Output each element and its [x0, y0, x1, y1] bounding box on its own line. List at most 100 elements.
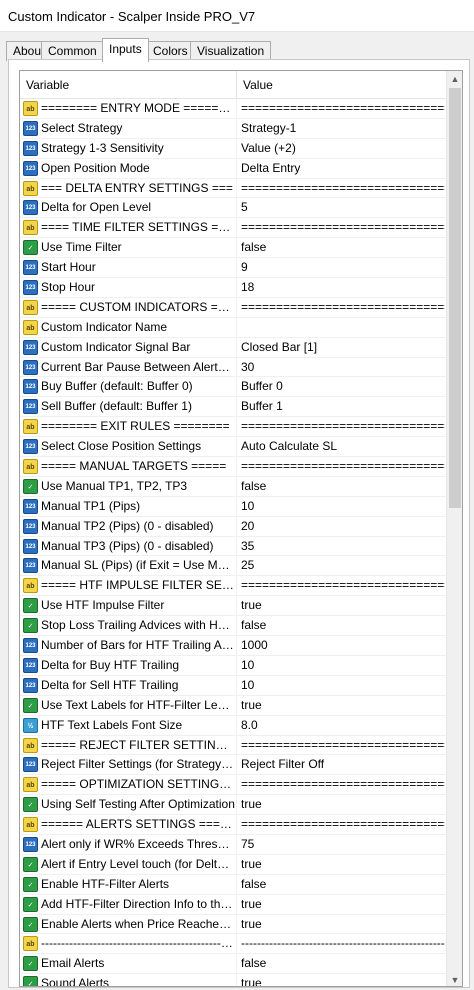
- table-row[interactable]: 123 Delta for Open Level 5: [20, 198, 447, 219]
- variable-value[interactable]: Value (+2): [241, 139, 445, 158]
- table-row[interactable]: ✓ Using Self Testing After Optimization tr…: [20, 795, 447, 816]
- variable-value[interactable]: ===============================: [241, 457, 445, 476]
- table-row[interactable]: 123 Reject Filter Settings (for Strategy …: [20, 755, 447, 776]
- variable-value[interactable]: Buffer 0: [241, 377, 445, 396]
- variable-value[interactable]: ===============================: [241, 179, 445, 198]
- variable-value[interactable]: false: [241, 477, 445, 496]
- variable-value[interactable]: 10: [241, 676, 445, 695]
- variable-value[interactable]: true: [241, 596, 445, 615]
- variable-value[interactable]: 1000: [241, 636, 445, 655]
- table-row[interactable]: ab ==== TIME FILTER SETTINGS ==== ========…: [20, 218, 447, 239]
- table-row[interactable]: ✓ Add HTF-Filter Direction Info to the Al…: [20, 894, 447, 915]
- table-row[interactable]: ✓ Use Text Labels for HTF-Filter Levels tr…: [20, 695, 447, 716]
- variable-value[interactable]: Reject Filter Off: [241, 755, 445, 774]
- table-row[interactable]: 123 Alert only if WR% Exceeds Threshold 75: [20, 834, 447, 855]
- variable-value[interactable]: 10: [241, 656, 445, 675]
- column-header-variable[interactable]: Variable: [20, 71, 236, 99]
- table-row[interactable]: ✓ Sound Alerts true: [20, 974, 447, 986]
- scrollbar-thumb[interactable]: [449, 88, 461, 508]
- table-row[interactable]: ab ======== ENTRY MODE ======== ==========…: [20, 99, 447, 119]
- variable-value[interactable]: true: [241, 795, 445, 814]
- table-row[interactable]: 123Manual SL (Pips) (if Exit = Use Manua…: [20, 556, 447, 577]
- tab-common[interactable]: Common: [41, 41, 104, 61]
- table-row[interactable]: ab ======== EXIT RULES ======== ==========…: [20, 417, 447, 438]
- table-row[interactable]: 123 Stop Hour 18: [20, 278, 447, 298]
- variable-value[interactable]: 20: [241, 517, 445, 536]
- scroll-up-arrow-icon[interactable]: ▲: [447, 71, 462, 87]
- variable-value[interactable]: ===============================: [241, 775, 445, 794]
- table-row[interactable]: 123 Delta for Sell HTF Trailing 10: [20, 675, 447, 696]
- variable-value[interactable]: false: [241, 875, 445, 894]
- variable-value[interactable]: true: [241, 895, 445, 914]
- tab-inputs[interactable]: Inputs: [102, 38, 149, 62]
- table-row[interactable]: 123 Start Hour 9: [20, 258, 447, 279]
- variable-value[interactable]: false: [241, 954, 445, 973]
- table-row[interactable]: ✓ Enable Alerts when Price Reaches Sto...…: [20, 914, 447, 935]
- variable-value[interactable]: 9: [241, 258, 445, 277]
- table-row[interactable]: 123 Strategy 1-3 Sensitivity Value (+2): [20, 138, 447, 159]
- variable-value[interactable]: ===============================: [241, 736, 445, 755]
- variable-value[interactable]: 8.0: [241, 716, 445, 735]
- variable-value[interactable]: 18: [241, 278, 445, 297]
- variable-value[interactable]: ===============================: [241, 99, 445, 118]
- table-row[interactable]: 123 Buy Buffer (default: Buffer 0) Buffer …: [20, 377, 447, 398]
- variable-value[interactable]: [241, 318, 445, 337]
- table-row[interactable]: 123 Open Position Mode Delta Entry: [20, 158, 447, 179]
- table-row[interactable]: 123 Number of Bars for HTF Trailing Advic…: [20, 636, 447, 656]
- table-row[interactable]: ab === DELTA ENTRY SETTINGS === ==========…: [20, 178, 447, 199]
- variable-value[interactable]: ===============================: [241, 815, 445, 834]
- table-row[interactable]: ✓ Alert if Entry Level touch (for Delta E…: [20, 854, 447, 875]
- column-header-value[interactable]: Value: [237, 71, 447, 99]
- table-row[interactable]: ✓ Use Manual TP1, TP2, TP3 false: [20, 476, 447, 497]
- table-row[interactable]: ab Custom Indicator Name: [20, 317, 447, 338]
- variable-value[interactable]: 5: [241, 198, 445, 217]
- table-row[interactable]: 123 Sell Buffer (default: Buffer 1) Buffer…: [20, 397, 447, 418]
- variable-value[interactable]: 10: [241, 497, 445, 516]
- table-row[interactable]: 123 Manual TP3 (Pips) (0 - disabled) 35: [20, 536, 447, 557]
- table-row[interactable]: ab --------------------------------------…: [20, 934, 447, 955]
- table-row[interactable]: 123 Select Close Position Settings Auto Ca…: [20, 437, 447, 458]
- variable-value[interactable]: 35: [241, 537, 445, 556]
- variable-value[interactable]: ----------------------------------------…: [241, 934, 445, 953]
- variable-value[interactable]: true: [241, 696, 445, 715]
- variable-value[interactable]: ===============================: [241, 417, 445, 436]
- variable-value[interactable]: Buffer 1: [241, 397, 445, 416]
- table-row[interactable]: ab ===== MANUAL TARGETS ===== ============…: [20, 457, 447, 477]
- variable-value[interactable]: Auto Calculate SL: [241, 437, 445, 456]
- table-row[interactable]: ab ===== REJECT FILTER SETTINGS ... ======…: [20, 735, 447, 756]
- table-row[interactable]: 123 Custom Indicator Signal Bar Closed Bar…: [20, 337, 447, 358]
- table-row[interactable]: 123 Manual TP1 (Pips) 10: [20, 496, 447, 517]
- tab-visualization[interactable]: Visualization: [190, 41, 272, 61]
- variable-value[interactable]: 75: [241, 835, 445, 854]
- table-row[interactable]: ✓ Enable HTF-Filter Alerts false: [20, 874, 447, 895]
- tab-colors[interactable]: Colors: [146, 41, 195, 61]
- variable-value[interactable]: true: [241, 915, 445, 934]
- table-row[interactable]: ab ====== ALERTS SETTINGS ====== =========…: [20, 815, 447, 835]
- variable-value[interactable]: true: [241, 974, 445, 986]
- table-row[interactable]: 123 Delta for Buy HTF Trailing 10: [20, 655, 447, 676]
- table-row[interactable]: 123 Manual TP2 (Pips) (0 - disabled) 20: [20, 516, 447, 537]
- variable-value[interactable]: 30: [241, 358, 445, 377]
- variable-value[interactable]: Closed Bar [1]: [241, 338, 445, 357]
- scroll-down-arrow-icon[interactable]: ▼: [447, 972, 462, 986]
- table-row[interactable]: ✓Stop Loss Trailing Advices with HTF-Fil…: [20, 616, 447, 637]
- variable-value[interactable]: ===============================: [241, 298, 445, 317]
- variable-value[interactable]: Strategy-1: [241, 119, 445, 138]
- table-row[interactable]: 123 Select Strategy Strategy-1: [20, 118, 447, 139]
- variable-value[interactable]: 25: [241, 556, 445, 575]
- variable-value[interactable]: false: [241, 616, 445, 635]
- table-row[interactable]: ✓ Use Time Filter false: [20, 238, 447, 259]
- variable-value[interactable]: ===============================: [241, 576, 445, 595]
- variable-value[interactable]: true: [241, 855, 445, 874]
- table-row[interactable]: ✓ Use HTF Impulse Filter true: [20, 596, 447, 617]
- table-row[interactable]: ab ===== CUSTOM INDICATORS ===== =========…: [20, 297, 447, 318]
- table-row[interactable]: ✓ Email Alerts false: [20, 954, 447, 975]
- table-row[interactable]: ½ HTF Text Labels Font Size 8.0: [20, 715, 447, 736]
- table-row[interactable]: 123 Current Bar Pause Between Alerts (Se.…: [20, 357, 447, 378]
- variable-value[interactable]: false: [241, 238, 445, 257]
- variable-value[interactable]: Delta Entry: [241, 159, 445, 178]
- variable-value[interactable]: ===============================: [241, 218, 445, 237]
- table-row[interactable]: ab ===== OPTIMIZATION SETTINGS ... =======…: [20, 775, 447, 796]
- table-row[interactable]: ab ===== HTF IMPULSE FILTER SETT... ======…: [20, 576, 447, 597]
- vertical-scrollbar[interactable]: ▲ ▼: [446, 71, 462, 986]
